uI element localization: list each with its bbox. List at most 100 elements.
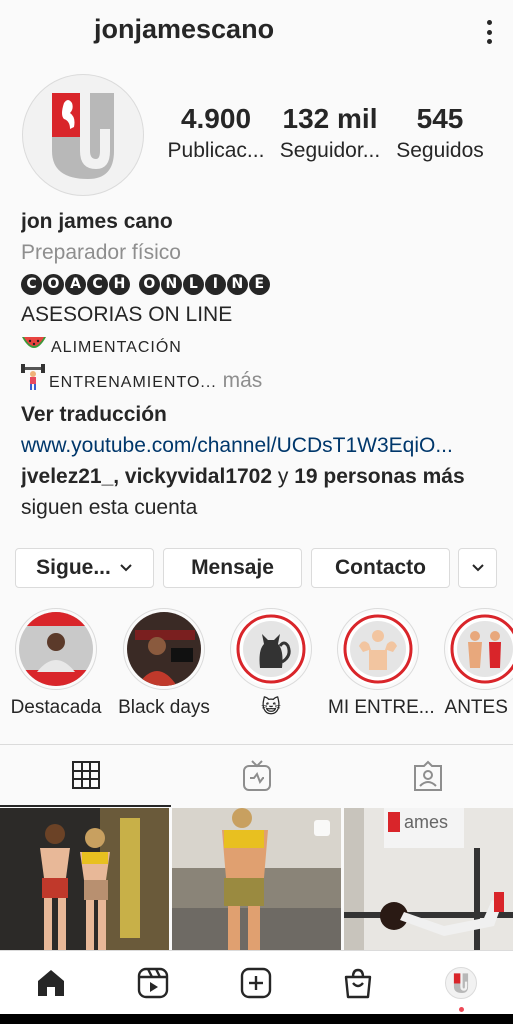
message-button[interactable]: Mensaje [163, 548, 302, 588]
more-link[interactable]: más [223, 369, 263, 392]
tab-tagged[interactable] [342, 745, 513, 807]
coach-letter: N [160, 274, 182, 295]
posts-stat[interactable]: 4.900 Publicac... [160, 102, 272, 166]
post-thumbnail[interactable] [172, 808, 341, 950]
highlight-item[interactable]: Destacada [6, 608, 106, 720]
entrenamiento-text: ENTRENAMIENTO [49, 374, 201, 391]
entrenamiento-ellipsis: ... [200, 374, 217, 391]
followed-by-users[interactable]: jvelez21_, vickyvidal1702 [21, 465, 272, 488]
highlight-label: 😺 [261, 697, 281, 718]
home-icon [38, 970, 64, 996]
following-button-label: Sigue... [36, 556, 111, 579]
shop-icon [344, 968, 372, 999]
coach-letter: E [248, 274, 270, 295]
highlight-cover [19, 612, 93, 686]
posts-count: 4.900 [180, 103, 252, 134]
post-thumbnail[interactable]: ames [344, 808, 513, 950]
top-bar: jonjamescano [0, 0, 513, 64]
highlight-cover [127, 612, 201, 686]
coach-letter: N [226, 274, 248, 295]
nav-new-post[interactable] [205, 951, 307, 1015]
grid-icon [71, 761, 100, 789]
following-button[interactable]: Sigue... [15, 548, 154, 588]
highlight-item[interactable]: Black days [114, 608, 214, 720]
highlight-cover-ring [337, 608, 419, 690]
posts-grid: ames [0, 808, 513, 950]
alimentacion-text: ALIMENTACIÓN [51, 339, 182, 356]
highlight-label: Black days [118, 697, 210, 718]
posts-label: Publicac... [167, 139, 265, 162]
highlight-cover-ring [444, 608, 513, 690]
highlight-cover-ring [230, 608, 312, 690]
followed-by-more[interactable]: 19 personas más [294, 465, 464, 488]
followers-count: 132 mil [282, 103, 378, 134]
igtv-icon [242, 760, 271, 791]
highlight-label: MI ENTRE... [328, 697, 435, 718]
story-highlights: Destacada Black days 😺 MI ENTRE... ANTES [0, 608, 513, 728]
coach-letter: C [21, 274, 42, 295]
highlight-cover [341, 612, 415, 686]
profile-avatar-small [445, 967, 477, 999]
coach-letter: I [204, 274, 226, 295]
jj-logo [52, 93, 114, 179]
entrenamiento-line: ENTRENAMIENTO... más [21, 364, 501, 399]
new-post-icon [240, 967, 272, 999]
highlight-cover-ring [123, 608, 205, 690]
alimentacion-line: ALIMENTACIÓN [21, 330, 501, 364]
profile-avatar[interactable] [22, 74, 144, 196]
coach-letter: H [109, 274, 130, 295]
system-nav-bar [0, 1014, 513, 1024]
watermelon-icon [21, 333, 47, 364]
highlight-item[interactable]: ANTES Y [435, 608, 513, 720]
profile-stats: 4.900 Publicac... 132 mil Seguidor... 54… [160, 102, 513, 172]
coach-letter: O [43, 274, 64, 295]
highlight-label: Destacada [10, 697, 102, 718]
highlight-item[interactable]: 😺 [221, 608, 321, 720]
svg-text:ames: ames [404, 812, 448, 832]
tagged-icon [413, 760, 442, 791]
bottom-navigation [0, 950, 513, 1014]
nav-reels[interactable] [102, 951, 204, 1015]
translate-link[interactable]: Ver traducción [21, 399, 501, 430]
following-label: Seguidos [396, 139, 484, 162]
highlight-cover [448, 612, 513, 686]
profile-bio: jon james cano Preparador físico COACH O… [21, 206, 501, 523]
followed-by-line[interactable]: jvelez21_, vickyvidal1702 y 19 personas … [21, 461, 501, 492]
followed-by-tail: siguen esta cuenta [21, 496, 198, 519]
coach-letter: A [65, 274, 86, 295]
highlight-cover [234, 612, 308, 686]
chevron-down-icon [120, 564, 132, 572]
notification-dot [459, 1007, 464, 1012]
highlight-label: ANTES Y [444, 697, 513, 718]
followers-label: Seguidor... [279, 139, 381, 162]
followers-stat[interactable]: 132 mil Seguidor... [274, 102, 386, 166]
chevron-down-icon [471, 564, 484, 572]
reels-icon [137, 967, 169, 999]
post-thumbnail[interactable] [0, 808, 169, 950]
website-link[interactable]: www.youtube.com/channel/UCDsT1W3EqiO... [21, 430, 501, 461]
profile-name: jon james cano [21, 210, 173, 233]
coach-letter: O [138, 274, 160, 295]
contact-button[interactable]: Contacto [311, 548, 450, 588]
coach-online-line: COACH ONLINE [21, 268, 501, 299]
coach-letter: L [182, 274, 204, 295]
profile-actions: Sigue... Mensaje Contacto [15, 548, 498, 588]
following-count: 545 [416, 103, 464, 134]
more-options-icon[interactable] [479, 18, 499, 46]
weightlifter-icon [21, 364, 45, 399]
profile-category: Preparador físico [21, 241, 181, 264]
nav-home[interactable] [0, 951, 102, 1015]
highlight-cover-ring [15, 608, 97, 690]
highlight-item[interactable]: MI ENTRE... [328, 608, 435, 720]
profile-username[interactable]: jonjamescano [94, 14, 274, 45]
nav-profile[interactable] [410, 951, 512, 1015]
followed-by-and: y [277, 465, 289, 488]
coach-letter: C [87, 274, 108, 295]
tab-grid[interactable] [0, 745, 171, 807]
following-stat[interactable]: 545 Seguidos [390, 102, 490, 166]
suggested-accounts-button[interactable] [458, 548, 497, 588]
tab-igtv[interactable] [171, 745, 342, 807]
nav-shop[interactable] [307, 951, 409, 1015]
profile-tabs [0, 744, 513, 807]
asesorias-line: ASESORIAS ON LINE [21, 303, 233, 326]
